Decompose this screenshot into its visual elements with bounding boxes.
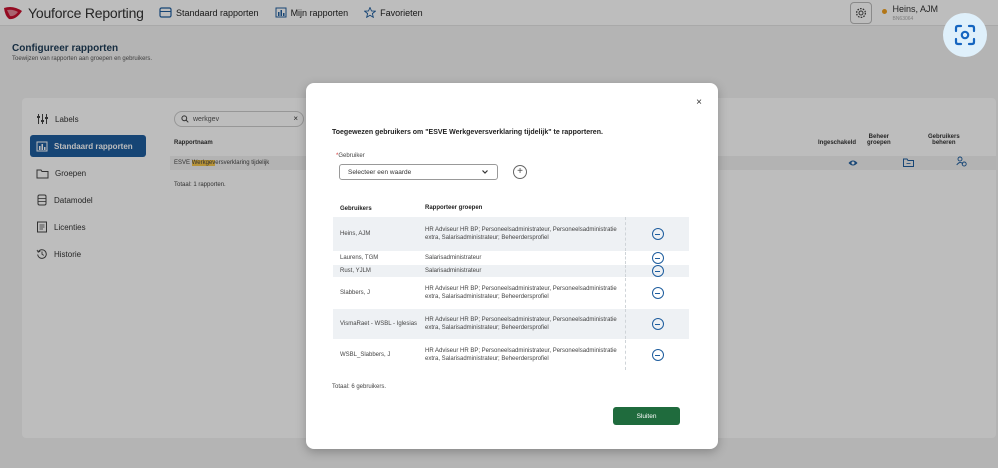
groups-cell: HR Adviseur HR BP; Personeelsadministrat… bbox=[425, 226, 617, 241]
actions-cell bbox=[625, 278, 689, 308]
remove-user-button[interactable] bbox=[651, 252, 664, 264]
groups-cell: Salarisadministrateur bbox=[425, 267, 482, 274]
close-button[interactable]: Sluiten bbox=[613, 407, 680, 425]
table-row: Rust, YJLM Salarisadministrateur bbox=[333, 264, 689, 277]
remove-user-button[interactable] bbox=[651, 228, 664, 240]
column-header-actions bbox=[625, 201, 689, 216]
actions-cell bbox=[625, 252, 689, 264]
groups-cell: HR Adviseur HR BP; Personeelsadministrat… bbox=[425, 347, 617, 362]
table-row: Slabbers, J HR Adviseur HR BP; Personeel… bbox=[333, 277, 689, 308]
user-cell: Laurens, TGM bbox=[340, 255, 379, 261]
user-cell: WSBL_Slabbers, J bbox=[340, 352, 391, 358]
remove-user-button[interactable] bbox=[651, 349, 664, 361]
user-select[interactable]: Selecteer een waarde bbox=[339, 164, 498, 180]
column-header-users: Gebruikers bbox=[340, 205, 372, 212]
modal-title: Toegewezen gebruikers om "ESVE Werkgever… bbox=[332, 129, 603, 136]
add-user-button[interactable]: + bbox=[513, 165, 527, 179]
groups-cell: HR Adviseur HR BP; Personeelsadministrat… bbox=[425, 316, 617, 331]
table-row: Heins, AJM HR Adviseur HR BP; Personeels… bbox=[333, 216, 689, 251]
remove-user-button[interactable] bbox=[651, 287, 664, 299]
assigned-users-modal: × Toegewezen gebruikers om "ESVE Werkgev… bbox=[306, 83, 718, 449]
screenshot-lens-button[interactable] bbox=[943, 13, 987, 57]
table-row: VismaRaet - WSBL - Iglesias HR Adviseur … bbox=[333, 308, 689, 339]
users-total: Totaal: 6 gebruikers. bbox=[332, 384, 387, 390]
table-row: WSBL_Slabbers, J HR Adviseur HR BP; Pers… bbox=[333, 339, 689, 370]
scan-camera-icon bbox=[954, 24, 976, 46]
column-header-report-groups: Rapporteer groepen bbox=[425, 205, 483, 212]
groups-cell: HR Adviseur HR BP; Personeelsadministrat… bbox=[425, 285, 617, 300]
assigned-users-table: Gebruikers Rapporteer groepen Heins, AJM… bbox=[333, 201, 689, 370]
user-select-value: Selecteer een waarde bbox=[348, 168, 412, 176]
user-cell: Rust, YJLM bbox=[340, 268, 371, 274]
remove-user-button[interactable] bbox=[651, 265, 664, 277]
actions-cell bbox=[625, 217, 689, 251]
actions-cell bbox=[625, 340, 689, 370]
chevron-down-icon bbox=[482, 170, 488, 174]
user-cell: Slabbers, J bbox=[340, 290, 371, 296]
user-cell: VismaRaet - WSBL - Iglesias bbox=[340, 321, 418, 327]
user-cell: Heins, AJM bbox=[340, 231, 371, 237]
actions-cell bbox=[625, 309, 689, 339]
remove-user-button[interactable] bbox=[651, 318, 664, 330]
user-field-label: *Gebruiker bbox=[336, 153, 365, 159]
close-icon[interactable]: × bbox=[696, 97, 702, 108]
table-header: Gebruikers Rapporteer groepen bbox=[333, 201, 689, 216]
user-field-label-text: Gebruiker bbox=[338, 153, 365, 159]
groups-cell: Salarisadministrateur bbox=[425, 254, 482, 261]
table-row: Laurens, TGM Salarisadministrateur bbox=[333, 251, 689, 264]
actions-cell bbox=[625, 265, 689, 277]
